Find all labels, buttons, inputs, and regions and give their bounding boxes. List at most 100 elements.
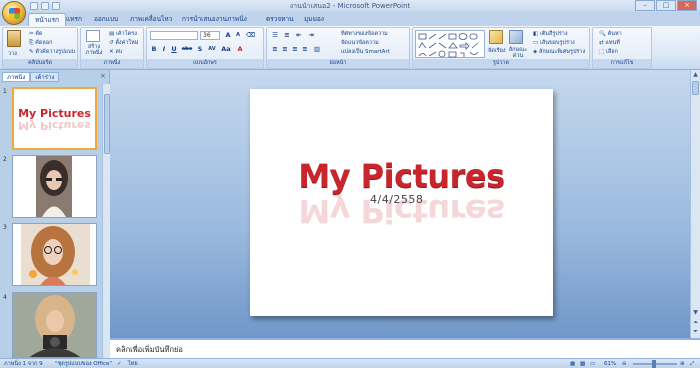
panel-close-button[interactable]: × xyxy=(100,72,106,80)
quick-styles-button[interactable]: ลักษณะด่วน xyxy=(507,47,529,59)
scroll-up-icon[interactable]: ▲ xyxy=(691,70,700,79)
numbering-icon[interactable]: ≡ xyxy=(283,31,291,39)
notes-placeholder[interactable]: คลิกเพื่อเพิ่มบันทึกย่อ xyxy=(116,344,183,356)
copy-button[interactable]: ⎘ คัดลอก xyxy=(29,39,52,47)
quick-styles-icon[interactable] xyxy=(509,30,523,44)
tab-review[interactable]: ตรวจทาน xyxy=(260,13,300,26)
fit-window-icon[interactable]: ⤢ xyxy=(690,360,694,368)
align-text-button[interactable]: จัดแนวข้อความ xyxy=(341,39,379,47)
underline-button[interactable]: U xyxy=(170,45,178,53)
paste-icon[interactable] xyxy=(7,30,21,47)
slide-scrollbar[interactable]: ▲ ▼ ⏶ ⏷ xyxy=(690,70,700,338)
next-slide-icon[interactable]: ⏷ xyxy=(691,327,700,336)
decrease-indent-icon[interactable]: ⇤ xyxy=(295,31,303,39)
zoom-in-icon[interactable]: ⊕ xyxy=(680,360,685,368)
language[interactable]: ไทย xyxy=(128,360,138,368)
italic-button[interactable]: I xyxy=(160,45,168,53)
justify-icon[interactable]: ≡ xyxy=(301,45,309,53)
shape-effects-button[interactable]: ◈ ลักษณะพิเศษรูปร่าง xyxy=(533,48,585,56)
slide-thumb-2[interactable] xyxy=(12,155,97,218)
shrink-font-button[interactable]: A xyxy=(234,31,242,39)
tab-slideshow[interactable]: การนำเสนองานภาพนิ่ง xyxy=(176,13,253,26)
bullets-icon[interactable]: ☰ xyxy=(271,31,279,39)
smartart-button[interactable]: แปลงเป็น SmartArt xyxy=(341,48,390,56)
align-left-icon[interactable]: ≡ xyxy=(271,45,279,53)
character-spacing-button[interactable]: AV xyxy=(206,45,218,53)
office-logo-icon xyxy=(8,7,20,19)
shapes-gallery[interactable] xyxy=(415,30,485,58)
clear-format-icon[interactable]: ⌫ xyxy=(246,31,255,39)
shape-fill-label: เติมสีรูปร่าง xyxy=(539,31,568,37)
find-button[interactable]: 🔍 ค้นหา xyxy=(599,30,622,38)
replace-button[interactable]: ⇄ แทนที่ xyxy=(599,39,620,47)
tab-animations[interactable]: ภาพเคลื่อนไหว xyxy=(124,13,178,26)
new-slide-icon[interactable] xyxy=(86,30,100,42)
title-bar: งานนำเสนอ2 - Microsoft PowerPoint – □ × xyxy=(0,0,700,12)
grow-font-button[interactable]: A xyxy=(224,31,232,39)
scroll-down-icon[interactable]: ▼ xyxy=(691,308,700,317)
previous-slide-icon[interactable]: ⏶ xyxy=(691,318,700,327)
delete-slide-button[interactable]: ✕ ลบ xyxy=(109,48,122,56)
shape-outline-button[interactable]: ▭ เส้นขอบรูปร่าง xyxy=(533,39,575,47)
notes-pane[interactable]: คลิกเพื่อเพิ่มบันทึกย่อ xyxy=(110,338,700,358)
reset-button[interactable]: ↺ ตั้งค่าใหม่ xyxy=(109,39,138,47)
window-controls: – □ × xyxy=(634,0,697,11)
shape-effects-label: ลักษณะพิเศษรูปร่าง xyxy=(538,49,586,55)
slide-thumb-3[interactable] xyxy=(12,223,97,286)
slide-number: 3 xyxy=(3,224,7,231)
paste-button[interactable]: วาง xyxy=(8,50,17,58)
tab-insert[interactable]: แทรก xyxy=(60,13,88,26)
minimize-button[interactable]: – xyxy=(635,0,655,11)
slide-title[interactable]: My Pictures xyxy=(250,157,553,195)
slide-date[interactable]: 4/4/2558 xyxy=(370,193,423,206)
portrait-photo-icon xyxy=(36,156,72,217)
shape-fill-button[interactable]: ◧ เติมสีรูปร่าง xyxy=(533,30,568,38)
format-painter-button[interactable]: ✎ ตัวคัดวางรูปแบบ xyxy=(29,48,75,56)
shadow-button[interactable]: S xyxy=(196,45,204,53)
font-size-box[interactable]: 36 xyxy=(200,31,220,40)
slide-thumb-1[interactable]: My Pictures My Pictures xyxy=(12,87,97,150)
layout-button[interactable]: ▤ เค้าโครง xyxy=(109,30,137,38)
slide-thumb-4[interactable] xyxy=(12,292,97,358)
slide-scroll-thumb[interactable] xyxy=(692,81,699,95)
zoom-level[interactable]: 61% xyxy=(604,360,616,368)
slides-panel: ภาพนิ่ง เค้าร่าง × 1 My Pictures My Pict… xyxy=(0,70,110,358)
columns-icon[interactable]: ▥ xyxy=(313,45,321,53)
slide-number: 1 xyxy=(3,88,7,95)
panel-scrollbar[interactable] xyxy=(102,84,110,358)
theme-name: "ชุดรูปแบบของ Office" xyxy=(55,361,112,367)
office-button[interactable] xyxy=(2,1,26,25)
text-direction-button[interactable]: ทิศทางของข้อความ xyxy=(341,30,388,38)
align-center-icon[interactable]: ≡ xyxy=(281,45,289,53)
change-case-button[interactable]: Aa xyxy=(220,45,232,53)
slideshow-icon[interactable]: ▭ xyxy=(590,360,595,368)
font-name-box[interactable] xyxy=(150,31,198,40)
shapes-gallery-icons xyxy=(418,33,479,58)
new-slide-button[interactable]: สร้างภาพนิ่ง xyxy=(83,44,105,56)
increase-indent-icon[interactable]: ⇥ xyxy=(307,31,315,39)
tab-view[interactable]: มุมมอง xyxy=(298,13,330,26)
normal-view-icon[interactable]: ▦ xyxy=(570,360,575,368)
maximize-button[interactable]: □ xyxy=(656,0,676,11)
select-button[interactable]: ⬚ เลือก xyxy=(599,48,618,56)
portrait-photo-icon xyxy=(13,293,96,357)
arrange-button[interactable]: จัดเรียง xyxy=(488,47,506,55)
reset-label: ตั้งค่าใหม่ xyxy=(115,40,139,46)
spell-check-icon[interactable]: ✓ xyxy=(117,360,122,368)
slide-sorter-icon[interactable]: ▩ xyxy=(580,360,585,368)
tab-design[interactable]: ออกแบบ xyxy=(88,13,124,26)
slides-group-label: ภาพนิ่ง xyxy=(81,59,143,68)
current-slide[interactable]: My Pictures My Pictures 4/4/2558 xyxy=(250,89,553,316)
zoom-slider-thumb[interactable] xyxy=(652,360,656,368)
strikethrough-button[interactable]: abe xyxy=(180,45,194,53)
tab-slides[interactable]: ภาพนิ่ง xyxy=(2,72,31,82)
close-button[interactable]: × xyxy=(677,0,697,11)
cut-button[interactable]: ✂ ตัด xyxy=(29,30,43,38)
zoom-out-icon[interactable]: ⊖ xyxy=(622,360,627,368)
align-right-icon[interactable]: ≡ xyxy=(291,45,299,53)
select-label: เลือก xyxy=(605,49,618,55)
arrange-icon[interactable] xyxy=(489,30,503,44)
font-color-button[interactable]: A xyxy=(236,45,244,53)
bold-button[interactable]: B xyxy=(150,45,158,53)
tab-outline[interactable]: เค้าร่าง xyxy=(30,72,60,82)
